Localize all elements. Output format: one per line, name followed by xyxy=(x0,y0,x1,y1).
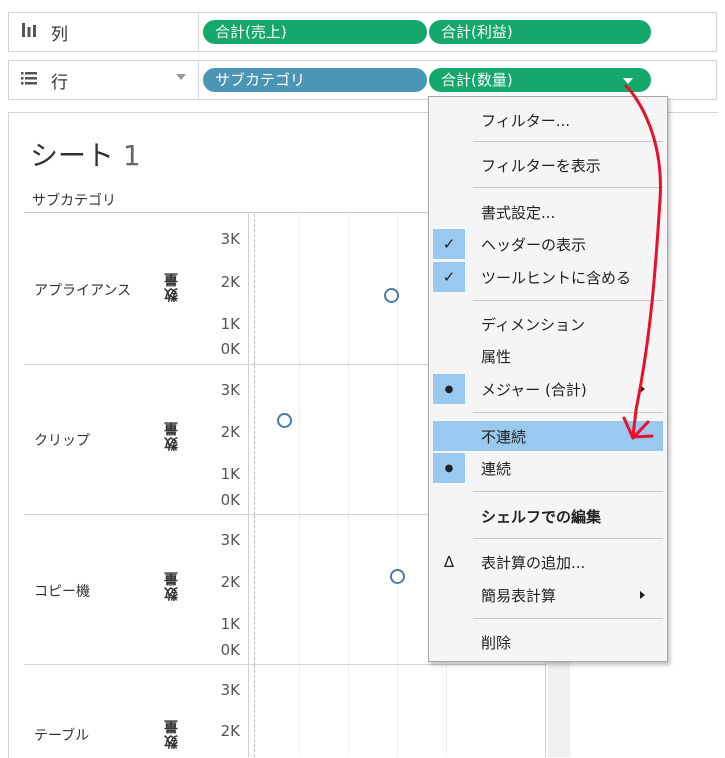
annotation-arrow-icon xyxy=(622,84,662,440)
